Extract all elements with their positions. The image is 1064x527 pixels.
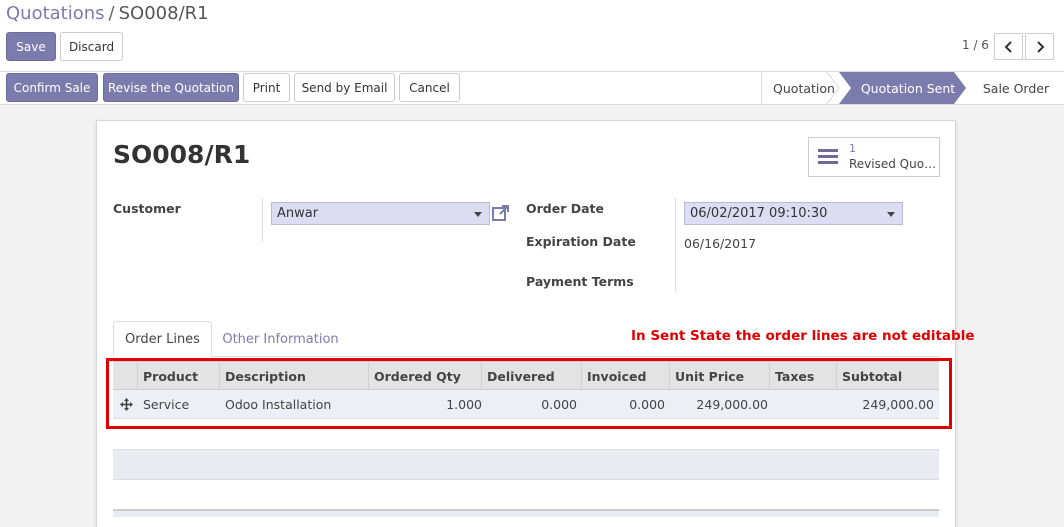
- pager-next-button[interactable]: [1025, 33, 1054, 60]
- cancel-button[interactable]: Cancel: [399, 73, 460, 102]
- breadcrumb: Quotations / SO008/R1: [6, 3, 209, 24]
- expiration-date-value: 06/16/2017: [684, 236, 757, 251]
- revise-quotation-button[interactable]: Revise the Quotation: [103, 73, 239, 102]
- status-steps: Quotation Quotation Sent Sale Order: [761, 72, 1064, 104]
- breadcrumb-quotations-link[interactable]: Quotations: [6, 3, 105, 24]
- caret-down-icon: [887, 212, 895, 217]
- control-panel: Quotations / SO008/R1 Save Discard 1 / 6: [0, 0, 1064, 72]
- list-icon: [818, 149, 838, 165]
- payment-terms-label: Payment Terms: [526, 274, 634, 289]
- revised-quotations-smart-button[interactable]: 1 Revised Quo…: [808, 137, 940, 177]
- status-step-sale-order[interactable]: Sale Order: [970, 72, 1062, 104]
- confirm-sale-button[interactable]: Confirm Sale: [6, 73, 98, 102]
- order-date-value: 06/02/2017 09:10:30: [690, 206, 828, 221]
- tab-order-lines[interactable]: Order Lines: [113, 321, 212, 357]
- customer-value: Anwar: [277, 206, 319, 221]
- status-step-quotation[interactable]: Quotation: [762, 72, 846, 104]
- breadcrumb-current: SO008/R1: [118, 3, 209, 24]
- discard-button[interactable]: Discard: [60, 32, 123, 61]
- highlight-box: [106, 358, 952, 429]
- smart-button-count: 1: [849, 142, 856, 155]
- chevron-right-icon: [1036, 40, 1044, 53]
- pager-value: 1 / 6: [962, 38, 989, 52]
- send-by-email-button[interactable]: Send by Email: [294, 73, 395, 102]
- record-title: SO008/R1: [113, 140, 251, 169]
- field-divider: [675, 198, 676, 292]
- order-date-field[interactable]: 06/02/2017 09:10:30: [684, 202, 903, 225]
- pager-previous-button[interactable]: [994, 33, 1023, 60]
- save-button[interactable]: Save: [6, 32, 56, 61]
- customer-select[interactable]: Anwar: [271, 202, 490, 225]
- smart-button-label: Revised Quo…: [849, 157, 937, 171]
- order-date-label: Order Date: [526, 201, 604, 216]
- table-empty-row: [113, 449, 939, 480]
- chevron-left-icon: [1004, 40, 1012, 53]
- caret-down-icon: [474, 212, 482, 217]
- print-button[interactable]: Print: [243, 73, 290, 102]
- customer-label: Customer: [113, 201, 181, 216]
- breadcrumb-separator: /: [108, 3, 115, 24]
- expiration-date-label: Expiration Date: [526, 234, 636, 249]
- annotation-note: In Sent State the order lines are not ed…: [631, 328, 975, 344]
- field-divider: [262, 198, 263, 242]
- statusbar: Confirm Sale Revise the Quotation Print …: [0, 72, 1064, 105]
- tab-other-information[interactable]: Other Information: [218, 321, 343, 357]
- table-footer: [113, 509, 939, 517]
- status-step-quotation-sent[interactable]: Quotation Sent: [852, 72, 964, 104]
- external-link-icon[interactable]: [491, 203, 511, 223]
